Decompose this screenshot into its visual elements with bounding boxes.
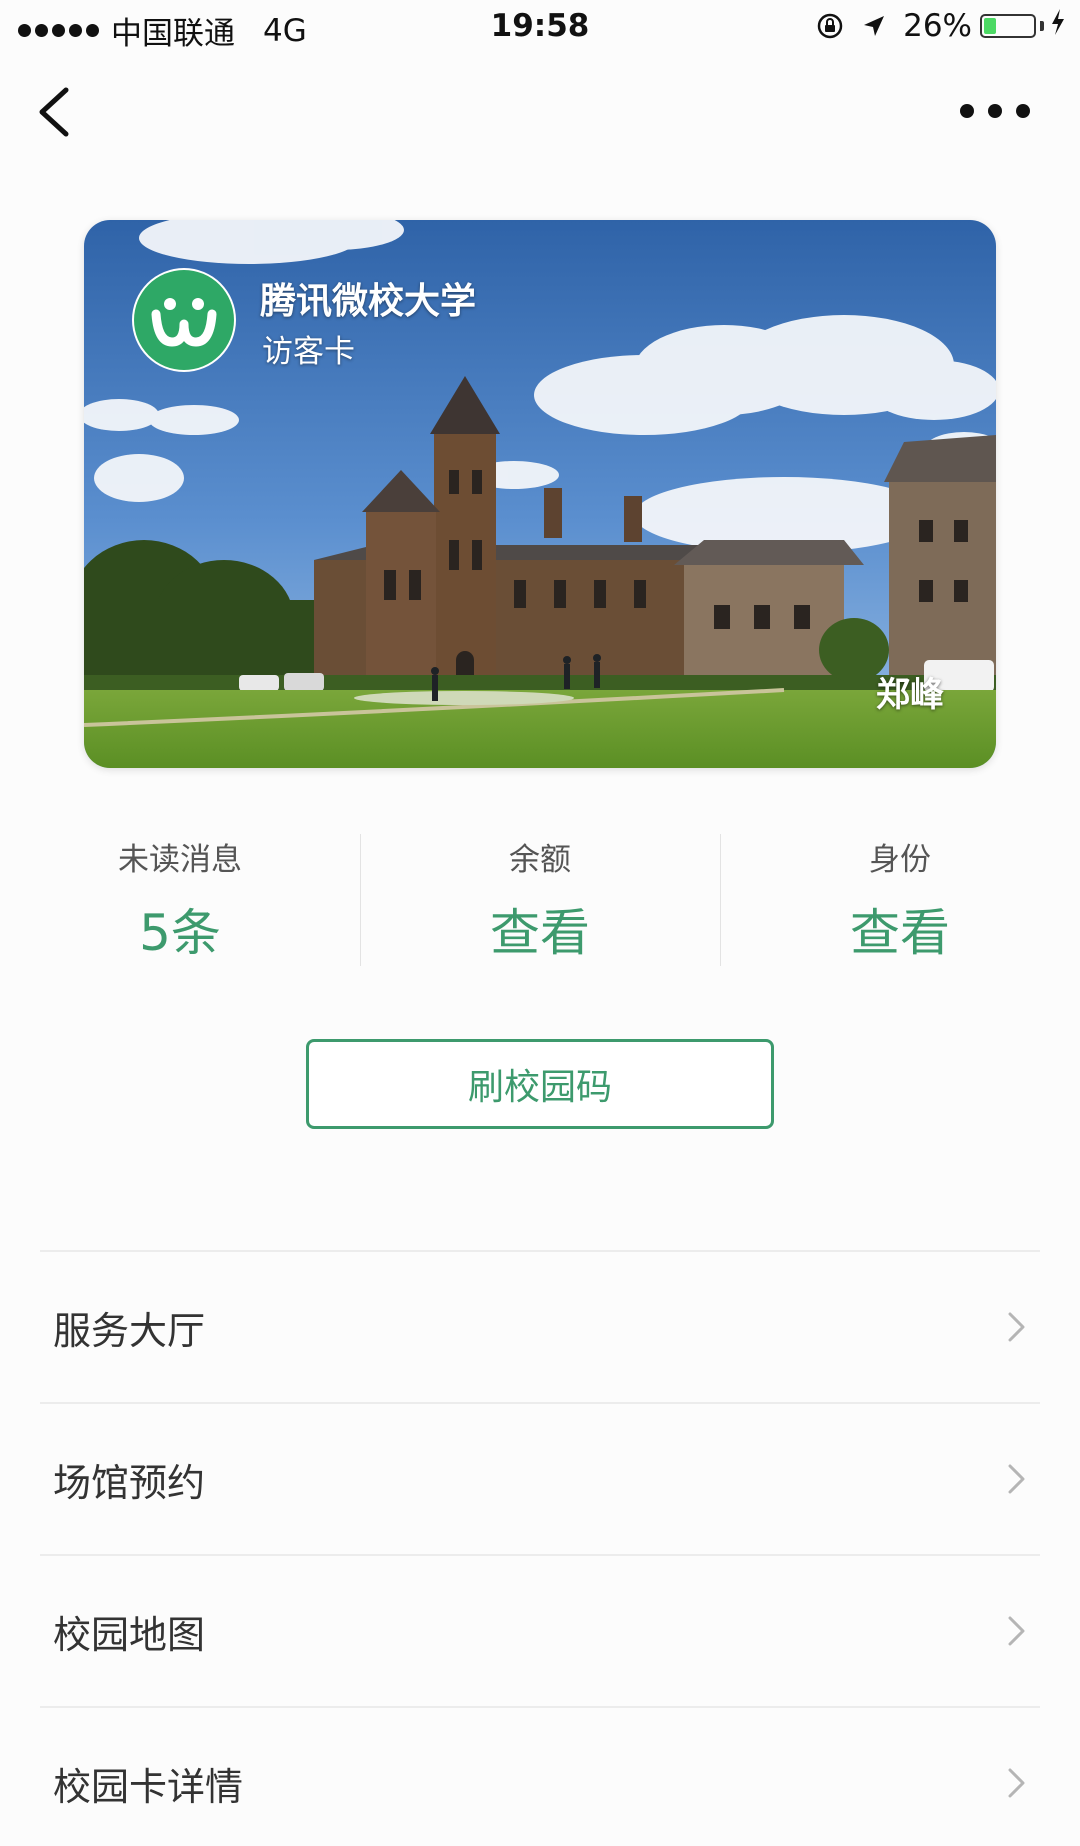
menu-list: 服务大厅 场馆预约 校园地图 校园卡详情	[40, 1250, 1040, 1846]
more-dots-icon	[960, 104, 974, 118]
charging-bolt-icon	[1050, 8, 1066, 44]
menu-item-service-hall[interactable]: 服务大厅	[40, 1252, 1040, 1402]
menu-item-campus-map[interactable]: 校园地图	[40, 1556, 1040, 1706]
stats-row: 未读消息 5条 余额 查看 身份 查看	[0, 830, 1080, 970]
menu-item-label: 场馆预约	[53, 1460, 206, 1505]
stat-value: 查看	[490, 904, 590, 962]
battery-fill	[984, 18, 996, 34]
chevron-right-icon	[1008, 1768, 1025, 1798]
status-bar: 中国联通 4G 19:58 26%	[0, 0, 1080, 56]
more-button[interactable]	[960, 96, 1030, 126]
battery-percent: 26%	[903, 8, 972, 44]
status-right: 26%	[815, 8, 1066, 44]
chevron-right-icon	[1008, 1464, 1025, 1494]
chevron-right-icon	[1008, 1616, 1025, 1646]
stat-label: 余额	[509, 842, 571, 878]
menu-item-label: 服务大厅	[53, 1308, 206, 1353]
battery-icon	[980, 14, 1036, 38]
more-dots-icon	[988, 104, 1002, 118]
stat-value: 查看	[850, 904, 950, 962]
stat-identity[interactable]: 身份 查看	[720, 830, 1080, 970]
stat-balance[interactable]: 余额 查看	[360, 830, 720, 970]
battery-tip	[1040, 21, 1044, 31]
location-arrow-icon	[861, 13, 887, 39]
stat-label: 身份	[869, 842, 931, 878]
campus-card[interactable]: 腾讯微校大学 访客卡 郑峰	[84, 220, 996, 768]
card-type: 访客卡	[262, 334, 355, 370]
back-chevron-icon	[39, 87, 69, 137]
orientation-lock-icon	[815, 11, 845, 41]
more-dots-icon	[1016, 104, 1030, 118]
stat-value: 5条	[139, 904, 221, 962]
menu-item-card-details[interactable]: 校园卡详情	[40, 1708, 1040, 1846]
stat-label: 未读消息	[118, 842, 242, 878]
stat-unread-messages[interactable]: 未读消息 5条	[0, 830, 360, 970]
menu-item-venue-booking[interactable]: 场馆预约	[40, 1404, 1040, 1554]
back-button[interactable]	[30, 82, 80, 142]
campus-card-page: 中国联通 4G 19:58 26% 腾讯微校大学 访客卡 郑峰 未读消息 5条 …	[0, 0, 1080, 1846]
weixiao-logo-icon	[132, 268, 236, 372]
campus-code-button[interactable]: 刷校园码	[306, 1039, 774, 1129]
menu-item-label: 校园卡详情	[53, 1764, 244, 1809]
card-school-name: 腾讯微校大学	[260, 281, 477, 322]
menu-item-label: 校园地图	[53, 1612, 206, 1657]
chevron-right-icon	[1008, 1312, 1025, 1342]
card-holder-name: 郑峰	[876, 675, 944, 715]
